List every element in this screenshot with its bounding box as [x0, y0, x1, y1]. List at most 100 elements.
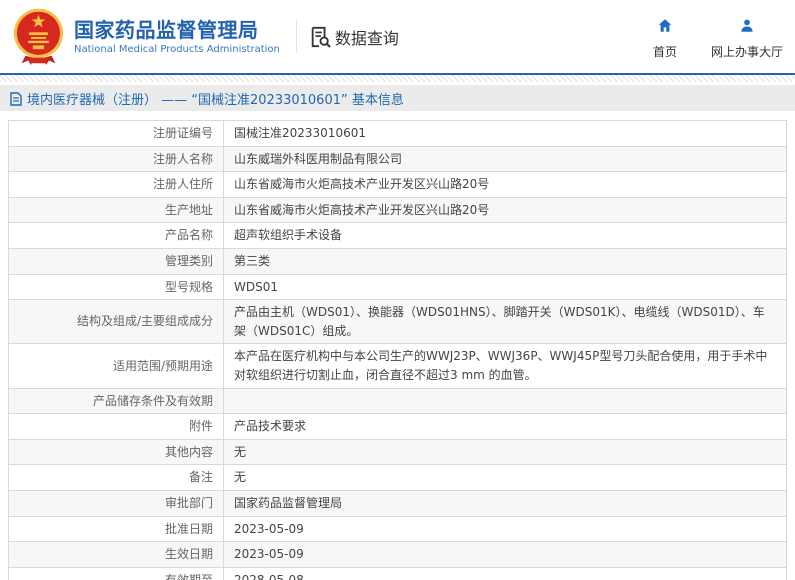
page-icon: [10, 91, 22, 106]
row-label-text: 管理类别: [164, 253, 213, 268]
row-label: 产品储存条件及有效期: [8, 387, 224, 415]
row-label: 生效日期: [8, 541, 224, 568]
brand[interactable]: 国家药品监督管理局 National Medical Products Admi…: [0, 7, 280, 67]
table-row: 注册人名称 山东威瑞外科医用制品有限公司: [8, 145, 787, 173]
row-value-text: 产品由主机（WDS01）、换能器（WDS01HNS）、脚踏开关（WDS01K）、…: [234, 305, 765, 338]
org-name-cn: 国家药品监督管理局: [74, 18, 259, 42]
row-label-text: 注册证编号: [152, 126, 213, 140]
row-value: 无: [223, 464, 787, 491]
row-label: 审批部门: [8, 489, 224, 517]
row-label: 注册人住所: [8, 171, 224, 198]
table-row: 注册证编号 国械注准20233010601: [8, 120, 787, 147]
table-row: 附件 产品技术要求: [8, 413, 787, 440]
row-label-text: 产品储存条件及有效期: [92, 393, 213, 408]
row-label-text: 型号规格: [164, 279, 213, 294]
row-label: 型号规格: [8, 273, 224, 301]
breadcrumb-text: 境内医疗器械（注册） —— “国械注准20233010601” 基本信息: [27, 92, 404, 108]
row-value: [223, 387, 787, 415]
row-value-text: 山东省威海市火炬高技术产业开发区兴山路20号: [234, 177, 490, 192]
row-value: 2028-05-08: [223, 566, 787, 580]
table-row: 审批部门 国家药品监督管理局: [8, 489, 787, 517]
nav-home-label: 首页: [652, 45, 677, 59]
row-value: 产品由主机（WDS01）、换能器（WDS01HNS）、脚踏开关（WDS01K）、…: [223, 299, 787, 345]
row-label-text: 适用范围/预期用途: [112, 358, 213, 373]
header-nav: 首页 网上办事大厅: [647, 18, 783, 60]
table-row: 有效期至 2028-05-08: [8, 566, 787, 580]
row-value-text: 本产品在医疗机构中与本公司生产的WWJ23P、WWJ36P、WWJ45P型号刀头…: [234, 349, 768, 382]
row-label: 生产地址: [8, 196, 224, 224]
row-value: 国械注准20233010601: [223, 120, 787, 147]
row-label: 附件: [8, 413, 224, 440]
table-row: 生效日期 2023-05-09: [8, 541, 787, 568]
row-value-text: 山东威瑞外科医用制品有限公司: [234, 151, 403, 166]
table-row: 管理类别 第三类: [8, 247, 787, 275]
row-value: 超声软组织手术设备: [223, 222, 787, 249]
row-value-text: 山东省威海市火炬高技术产业开发区兴山路20号: [234, 202, 490, 217]
row-value: 第三类: [223, 247, 787, 275]
row-value-text: 国家药品监督管理局: [234, 495, 343, 510]
table-row: 批准日期 2023-05-09: [8, 515, 787, 543]
row-value: 2023-05-09: [223, 541, 787, 568]
row-value: 无: [223, 438, 787, 466]
row-value: 2023-05-09: [223, 515, 787, 543]
row-value-text: 超声软组织手术设备: [234, 228, 343, 243]
registration-info: 注册证编号 国械注准20233010601 注册人名称 山东威瑞外科医用制品有限公司注…: [8, 120, 787, 580]
nav-online-service-hall[interactable]: 网上办事大厅: [711, 18, 783, 60]
nav-hall-label: 网上办事大厅: [710, 45, 783, 59]
row-label: 结构及组成/主要组成成分: [8, 299, 224, 345]
table-row: 其他内容 无: [8, 438, 787, 466]
row-value-text: 国械注准20233010601: [234, 126, 366, 140]
table-row: 产品储存条件及有效期: [8, 387, 787, 415]
row-label: 注册证编号: [8, 120, 224, 147]
table-row: 生产地址 山东省威海市火炬高技术产业开发区兴山路20号: [8, 196, 787, 224]
row-label: 管理类别: [8, 247, 224, 275]
row-label: 适用范围/预期用途: [8, 343, 224, 389]
row-value-text: 第三类: [234, 253, 271, 268]
breadcrumb: 境内医疗器械（注册） —— “国械注准20233010601” 基本信息: [0, 85, 795, 111]
nav-home[interactable]: 首页: [647, 18, 683, 60]
data-query-section[interactable]: 数据查询: [309, 25, 399, 49]
row-value-text: 产品技术要求: [234, 419, 307, 434]
data-query-label: 数据查询: [334, 28, 399, 48]
row-label-text: 附件: [188, 419, 213, 434]
hatch-strip: [0, 75, 795, 82]
row-label-text: 结构及组成/主要组成成分: [76, 314, 213, 329]
row-value-text: 2023-05-09: [234, 521, 304, 536]
table-row: 产品名称 超声软组织手术设备: [8, 222, 787, 249]
row-value-text: 2023-05-09: [234, 547, 304, 562]
table-row: 注册人住所 山东省威海市火炬高技术产业开发区兴山路20号: [8, 171, 787, 198]
home-icon: [657, 18, 673, 37]
national-emblem-logo: [10, 7, 67, 67]
row-value: 产品技术要求: [223, 413, 787, 440]
row-value: 国家药品监督管理局: [223, 489, 787, 517]
row-value: 山东省威海市火炬高技术产业开发区兴山路20号: [223, 171, 787, 198]
row-label-text: 审批部门: [164, 495, 213, 510]
row-label-text: 产品名称: [164, 228, 213, 243]
row-value: WDS01: [223, 273, 787, 301]
row-label-text: 有效期至: [164, 572, 213, 580]
row-value-text: 无: [234, 470, 247, 485]
row-value-text: 2028-05-08: [234, 572, 304, 580]
row-label: 有效期至: [8, 566, 224, 580]
site-header: 国家药品监督管理局 National Medical Products Admi…: [0, 0, 795, 75]
table-row: 结构及组成/主要组成成分 产品由主机（WDS01）、换能器（WDS01HNS）、脚…: [8, 299, 787, 345]
user-icon: [739, 18, 755, 37]
row-value: 山东威瑞外科医用制品有限公司: [223, 145, 787, 173]
row-label-text: 生产地址: [164, 202, 213, 217]
row-value-text: WDS01: [234, 279, 278, 294]
row-label: 注册人名称: [8, 145, 224, 173]
info-table-body: 注册证编号 国械注准20233010601 注册人名称 山东威瑞外科医用制品有限公司注…: [8, 120, 787, 580]
row-label-text: 注册人名称: [152, 151, 213, 166]
row-label-text: 批准日期: [164, 521, 213, 536]
row-label-text: 生效日期: [164, 547, 213, 562]
org-name-en: National Medical Products Administration: [74, 44, 280, 55]
table-row: 备注 无: [8, 464, 787, 491]
row-value: 本产品在医疗机构中与本公司生产的WWJ23P、WWJ36P、WWJ45P型号刀头…: [223, 343, 787, 389]
row-value-text: 无: [234, 444, 247, 459]
row-label: 其他内容: [8, 438, 224, 466]
row-label: 备注: [8, 464, 224, 491]
document-search-icon: [309, 26, 331, 48]
row-label: 产品名称: [8, 222, 224, 249]
row-value: 山东省威海市火炬高技术产业开发区兴山路20号: [223, 196, 787, 224]
row-label-text: 注册人住所: [152, 177, 213, 192]
